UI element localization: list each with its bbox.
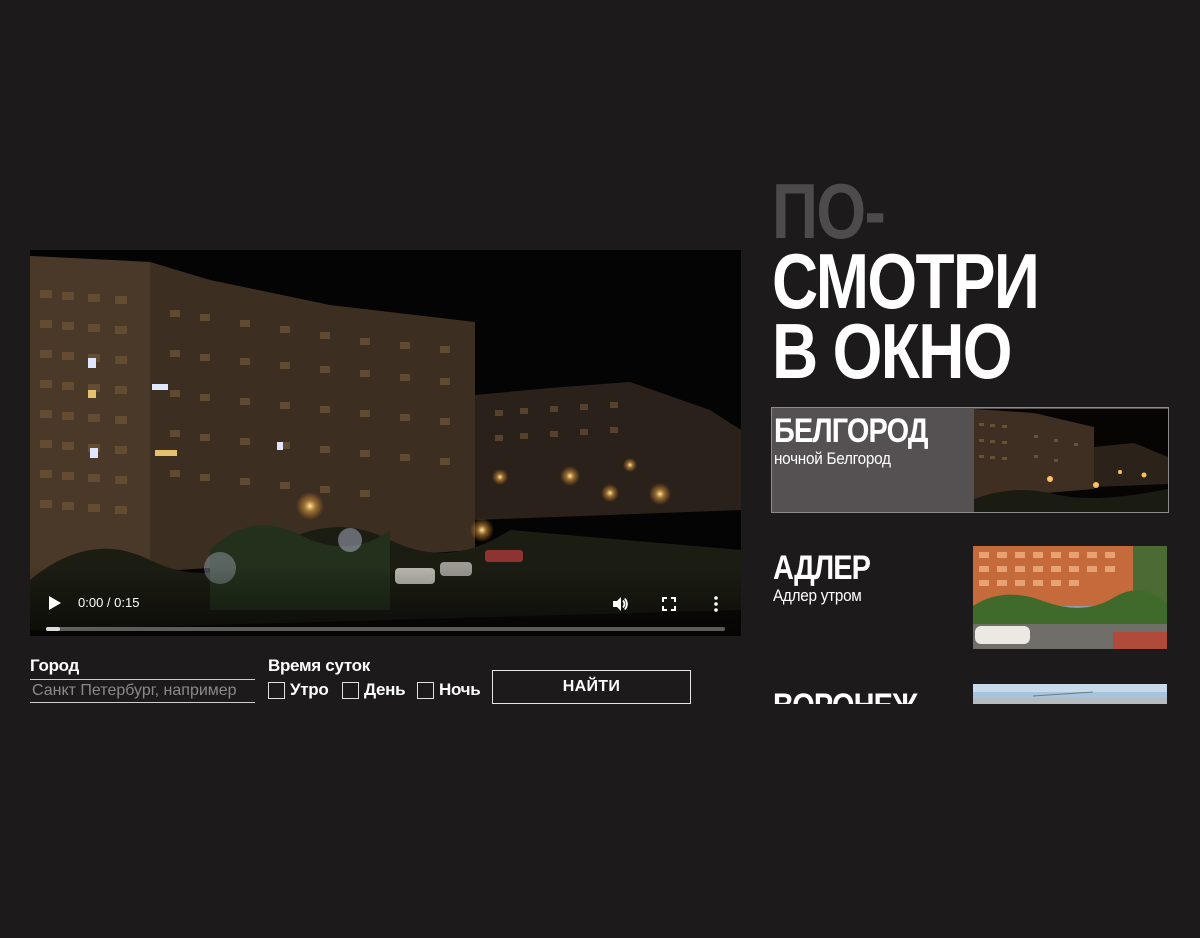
city-card-title: ВОРОНЕЖ — [773, 687, 918, 704]
video-time: 0:00 / 0:15 — [78, 595, 140, 610]
city-input[interactable] — [30, 679, 255, 703]
play-icon — [49, 596, 61, 610]
volume-button[interactable] — [608, 592, 632, 616]
volume-icon — [613, 597, 628, 611]
video-player[interactable]: 0:00 / 0:15 — [30, 250, 741, 636]
time-of-day-label: Время суток — [268, 656, 370, 675]
video-progress-bar[interactable] — [46, 627, 725, 631]
city-card-title: АДЛЕР — [773, 549, 871, 587]
checkbox-box[interactable] — [342, 681, 359, 699]
city-card-subtitle: Адлер утром — [773, 586, 862, 605]
city-card-thumbnail — [974, 409, 1168, 512]
checkbox-box[interactable] — [417, 681, 434, 699]
more-options-button[interactable] — [704, 592, 728, 616]
city-card-thumbnail — [973, 546, 1167, 649]
video-controls: 0:00 / 0:15 — [30, 566, 741, 636]
page-title-line-1: ПО- — [772, 167, 886, 255]
checkbox-day[interactable]: День — [342, 680, 406, 700]
checkbox-label-night: Ночь — [439, 680, 481, 699]
page-title-line-3: В ОКНО — [772, 307, 1012, 395]
find-button[interactable]: НАЙТИ — [492, 670, 691, 704]
city-list: БЕЛГОРОД ночной Белгород АДЛЕР Адлер утр… — [771, 407, 1169, 704]
city-card-subtitle: ночной Белгород — [774, 449, 891, 468]
checkbox-morning[interactable]: Утро — [268, 680, 329, 700]
checkbox-box[interactable] — [268, 681, 285, 699]
video-progress-fill — [46, 627, 60, 631]
fullscreen-button[interactable] — [657, 592, 681, 616]
play-button[interactable] — [44, 592, 66, 614]
checkbox-label-day: День — [364, 680, 406, 699]
city-card-adler[interactable]: АДЛЕР Адлер утром — [771, 545, 1169, 651]
more-vertical-icon — [714, 596, 718, 612]
page-title-line-2: СМОТРИ — [772, 237, 1040, 325]
city-label: Город — [30, 656, 80, 675]
city-card-voronezh[interactable]: ВОРОНЕЖ — [771, 683, 1169, 704]
fullscreen-icon — [662, 597, 676, 611]
page-title: ПО- СМОТРИ В ОКНО — [772, 167, 1040, 395]
checkbox-label-morning: Утро — [290, 680, 329, 699]
checkbox-night[interactable]: Ночь — [417, 680, 481, 700]
city-card-belgorod[interactable]: БЕЛГОРОД ночной Белгород — [771, 407, 1169, 513]
city-card-thumbnail — [973, 684, 1167, 704]
city-card-title: БЕЛГОРОД — [774, 412, 928, 450]
